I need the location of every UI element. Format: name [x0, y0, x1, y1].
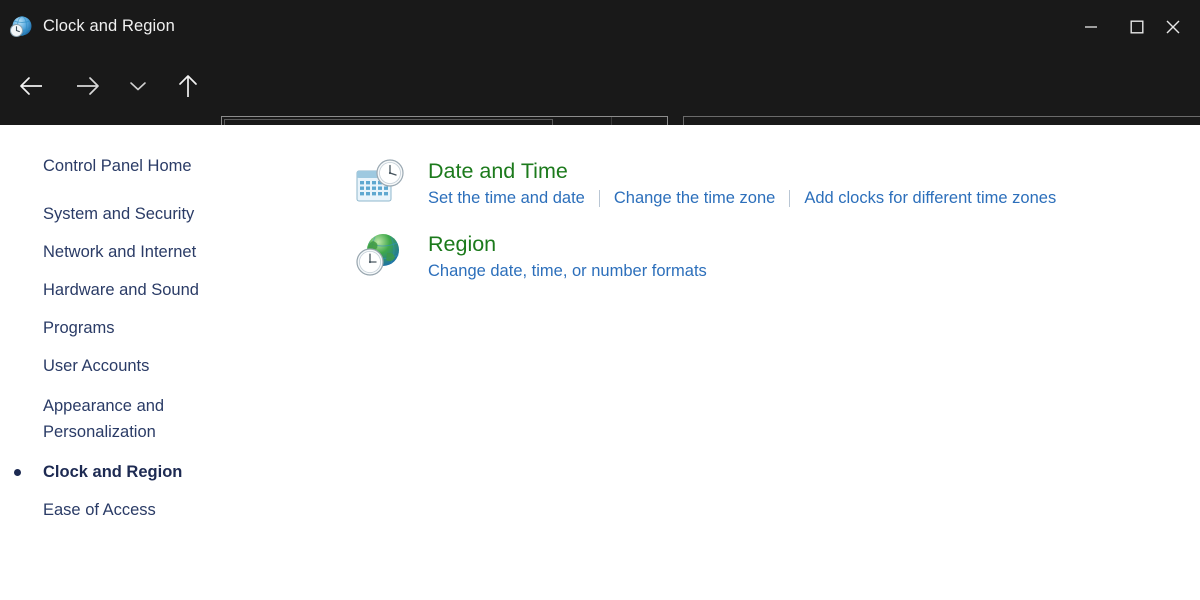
category-date-and-time: Date and Time Set the time and date Chan… [330, 158, 1200, 209]
link-add-clocks-for-different-time-zones[interactable]: Add clocks for different time zones [804, 187, 1056, 209]
sidebar-item-programs[interactable]: Programs [0, 317, 330, 339]
link-divider [598, 189, 600, 207]
current-item-bullet-icon [14, 469, 21, 476]
close-button[interactable] [1160, 3, 1200, 50]
up-arrow-icon [177, 73, 199, 104]
category-title[interactable]: Region [428, 231, 496, 257]
link-change-the-time-zone[interactable]: Change the time zone [614, 187, 775, 209]
up-button[interactable] [165, 65, 211, 111]
content-area: Control Panel Home System and Security N… [0, 125, 1200, 600]
category-list: Date and Time Set the time and date Chan… [330, 125, 1200, 600]
sidebar-item-control-panel-home[interactable]: Control Panel Home [0, 155, 330, 177]
sidebar-item-label: System and Security [43, 205, 195, 223]
forward-arrow-icon [75, 75, 101, 102]
link-set-the-time-and-date[interactable]: Set the time and date [428, 187, 585, 209]
recent-locations-button[interactable] [120, 65, 156, 111]
calendar-clock-icon [355, 158, 407, 206]
category-body: Region Change date, time, or number form… [428, 231, 1200, 282]
sidebar-item-label: User Accounts [43, 357, 150, 375]
sidebar-item-label: Ease of Access [43, 501, 156, 519]
title-bar: Clock and Region [0, 3, 1200, 50]
window-title: Clock and Region [43, 17, 175, 35]
globe-clock-icon [355, 231, 407, 279]
sidebar-item-label: Hardware and Sound [43, 281, 199, 299]
sidebar-item-network-and-internet[interactable]: Network and Internet [0, 241, 330, 263]
sidebar-item-system-and-security[interactable]: System and Security [0, 203, 330, 225]
control-panel-window: Clock and Region Control Panel Home Syst… [0, 0, 1200, 600]
category-region: Region Change date, time, or number form… [330, 231, 1200, 282]
chevron-down-icon [129, 79, 147, 97]
sidebar-item-appearance-and-personalization[interactable]: Appearance and Personalization [0, 393, 210, 445]
window-controls [1068, 3, 1200, 50]
sidebar-item-label: Control Panel Home [43, 157, 192, 175]
sidebar-item-label: Appearance and Personalization [43, 397, 165, 441]
navigation-toolbar: Control Panel\Clock and Region [0, 50, 1200, 166]
link-change-date-time-or-number-formats[interactable]: Change date, time, or number formats [428, 260, 707, 282]
back-button[interactable] [8, 65, 54, 111]
sidebar-item-label: Programs [43, 319, 115, 337]
sidebar-item-clock-and-region[interactable]: Clock and Region [0, 461, 330, 483]
back-arrow-icon [18, 75, 44, 102]
window-chrome: Clock and Region [0, 0, 1200, 166]
category-body: Date and Time Set the time and date Chan… [428, 158, 1200, 209]
forward-button[interactable] [65, 65, 111, 111]
category-links: Set the time and date Change the time zo… [428, 187, 1200, 209]
category-title[interactable]: Date and Time [428, 158, 568, 184]
sidebar-item-hardware-and-sound[interactable]: Hardware and Sound [0, 279, 330, 301]
sidebar: Control Panel Home System and Security N… [0, 125, 330, 600]
sidebar-item-label: Clock and Region [43, 463, 183, 481]
sidebar-item-label: Network and Internet [43, 243, 197, 261]
maximize-button[interactable] [1114, 3, 1160, 50]
clock-globe-icon [8, 14, 34, 40]
minimize-button[interactable] [1068, 3, 1114, 50]
sidebar-item-user-accounts[interactable]: User Accounts [0, 355, 330, 377]
category-links: Change date, time, or number formats [428, 260, 1200, 282]
sidebar-item-ease-of-access[interactable]: Ease of Access [0, 499, 330, 521]
link-divider [789, 189, 791, 207]
